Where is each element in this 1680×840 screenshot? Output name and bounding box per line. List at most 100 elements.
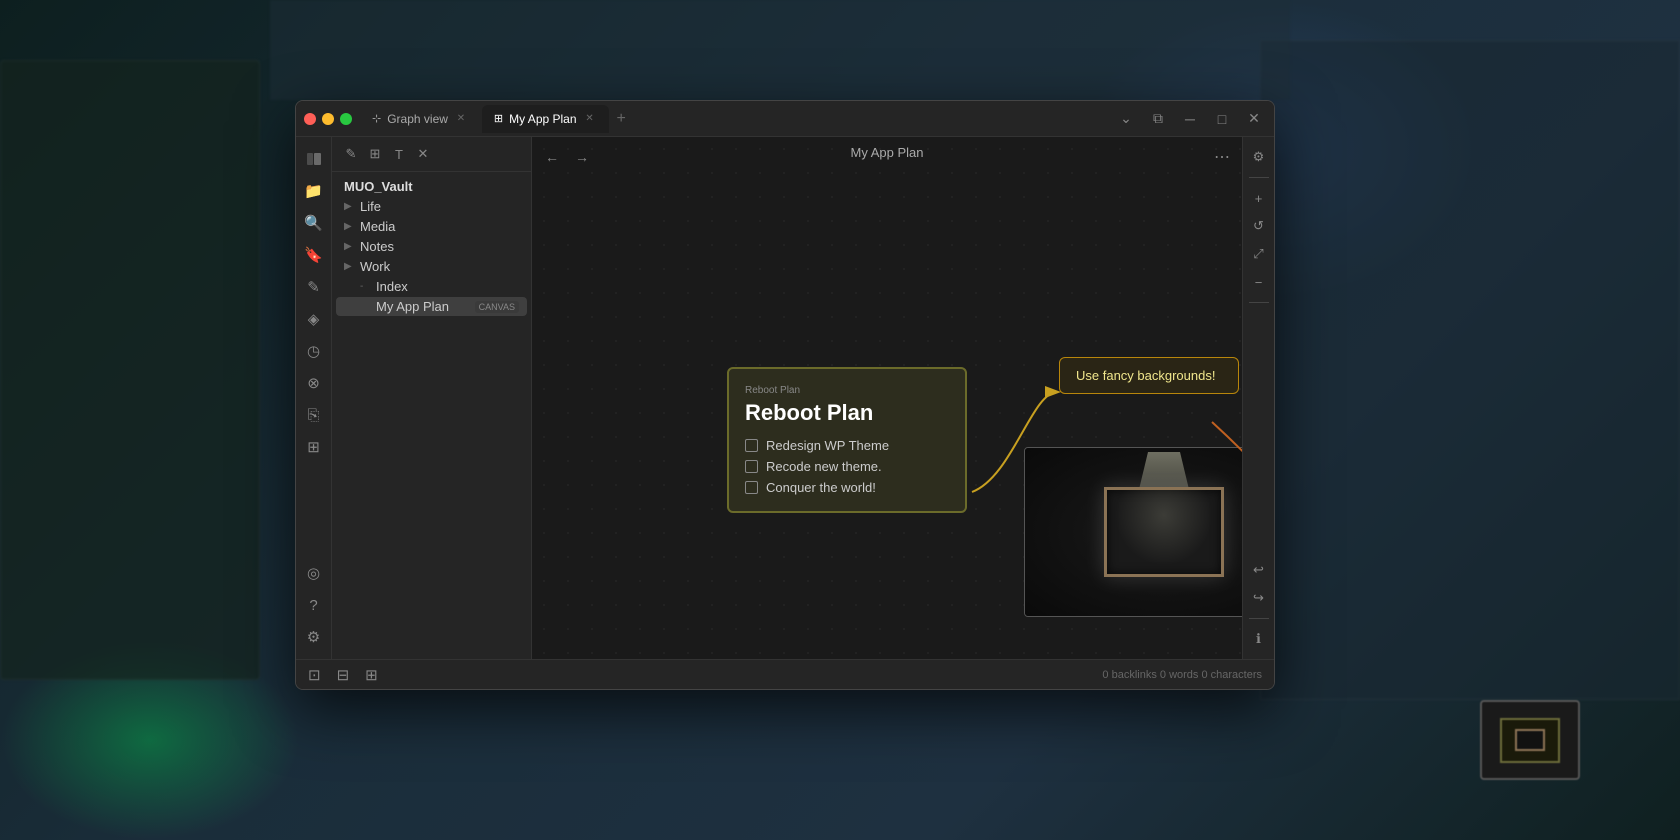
tab-add-button[interactable]: + [611,110,632,128]
rt-divider-2 [1249,302,1269,303]
sidebar-item-life[interactable]: ▶ Life [336,197,527,216]
back-button[interactable]: ← [540,145,564,169]
checkbox-3[interactable] [745,481,758,494]
icon-rail: 📁 🔍 🔖 ✎ ◈ ◷ ⊗ ⎘ ⊞ ◎ ? ⚙ [296,137,332,659]
note-label: Reboot Plan [745,385,949,396]
bookmark-icon[interactable]: 🔖 [300,241,328,269]
sidebar-item-media[interactable]: ▶ Media [336,217,527,236]
image-node-artframe[interactable]: art_frame.png [1024,447,1242,617]
file-index-label: Index [376,279,519,294]
right-toolbar: ⚙ + ↺ ⤢ − ↩ ↪ ℹ [1242,137,1274,659]
maximize-button[interactable] [340,113,352,125]
edit-icon[interactable]: ✎ [300,273,328,301]
window-close-icon[interactable]: ✕ [1242,107,1266,131]
close-button[interactable] [304,113,316,125]
bg-thumbnail [1480,700,1580,780]
vault-name: MUO_Vault [344,179,519,194]
canvas-badge: CANVAS [475,301,519,313]
minimize-button[interactable] [322,113,334,125]
bottom-icon-1[interactable]: ⊡ [308,666,321,684]
restore-icon[interactable]: □ [1210,107,1234,131]
tab-canvas-close[interactable]: ✕ [583,112,597,126]
canvas-settings-icon[interactable]: ⚙ [1247,145,1271,169]
file-sidebar: ✎ ⊞ T ✕ MUO_Vault ▶ Life ▶ Media [332,137,532,659]
checkbox-2[interactable] [745,460,758,473]
title-bar-controls: ⌄ ⧉ ─ □ ✕ [1114,107,1266,131]
split-view-icon[interactable]: ⧉ [1146,107,1170,131]
bottom-icon-3[interactable]: ⊞ [365,666,378,684]
sort-icon[interactable]: T [388,143,410,165]
check-label-2: Recode new theme. [766,459,882,474]
tab-canvas[interactable]: ⊞ My App Plan ✕ [482,105,609,133]
chevron-right-icon: ▶ [344,221,356,232]
folder-life-label: Life [360,199,519,214]
reboot-plan-node[interactable]: Reboot Plan Reboot Plan Redesign WP Them… [727,367,967,513]
chevron-right-icon: ▶ [344,241,356,252]
check-item-3[interactable]: Conquer the world! [745,480,949,495]
main-window: ⊹ Graph view ✕ ⊞ My App Plan ✕ + ⌄ ⧉ ─ □… [295,100,1275,690]
command-icon[interactable]: ⊞ [300,433,328,461]
dash-icon: - [360,281,372,292]
checkbox-1[interactable] [745,439,758,452]
bottom-icon-2[interactable]: ⊟ [337,666,350,684]
record-icon[interactable]: ◎ [300,559,328,587]
rt-divider-1 [1249,177,1269,178]
bg-window-top [270,0,1290,100]
tab-graph-view[interactable]: ⊹ Graph view ✕ [360,105,480,133]
calendar-icon[interactable]: ◷ [300,337,328,365]
new-folder-icon[interactable]: ⊞ [364,143,386,165]
folder-icon[interactable]: 📁 [300,177,328,205]
sidebar-item-myappplan[interactable]: My App Plan CANVAS [336,297,527,316]
folder-media-label: Media [360,219,519,234]
traffic-lights [304,113,352,125]
canvas-more-button[interactable]: ⋯ [1210,145,1234,169]
bottom-stats: 0 backlinks 0 words 0 characters [1102,669,1262,681]
rt-divider-3 [1249,618,1269,619]
template-icon[interactable]: ⎘ [300,401,328,429]
vault-root[interactable]: MUO_Vault [336,177,527,196]
refresh-icon[interactable]: ↺ [1247,214,1271,238]
zoom-in-icon[interactable]: + [1247,186,1271,210]
new-note-icon[interactable]: ✎ [340,143,362,165]
title-bar: ⊹ Graph view ✕ ⊞ My App Plan ✕ + ⌄ ⧉ ─ □… [296,101,1274,137]
sidebar-item-notes[interactable]: ▶ Notes [336,237,527,256]
text-node-fancy[interactable]: Use fancy backgrounds! [1059,357,1239,394]
chevron-right-icon: ▶ [344,261,356,272]
sidebar-item-index[interactable]: - Index [336,277,527,296]
graph-icon: ⊹ [372,112,381,125]
undo-icon[interactable]: ↩ [1247,558,1271,582]
sidebar-toolbar: ✎ ⊞ T ✕ [332,137,531,172]
window-body: 📁 🔍 🔖 ✎ ◈ ◷ ⊗ ⎘ ⊞ ◎ ? ⚙ ✎ ⊞ T ✕ [296,137,1274,659]
fit-view-icon[interactable]: ⤢ [1247,242,1271,266]
tab-graph-close[interactable]: ✕ [454,112,468,126]
check-label-1: Redesign WP Theme [766,438,889,453]
graph-view-icon[interactable]: ◈ [300,305,328,333]
bg-window-right [1260,40,1680,700]
sidebar-toggle-icon[interactable] [300,145,328,173]
text-node-content: Use fancy backgrounds! [1076,368,1215,383]
forward-button[interactable]: → [570,145,594,169]
sidebar-item-work[interactable]: ▶ Work [336,257,527,276]
zoom-out-icon[interactable]: − [1247,270,1271,294]
minimize-icon[interactable]: ─ [1178,107,1202,131]
check-item-1[interactable]: Redesign WP Theme [745,438,949,453]
collapse-icon[interactable]: ✕ [412,143,434,165]
canvas-area[interactable]: ← → My App Plan ⋯ [532,137,1242,659]
folder-work-label: Work [360,259,519,274]
chevron-down-icon[interactable]: ⌄ [1114,107,1138,131]
help-icon[interactable]: ? [300,591,328,619]
file-myappplan-label: My App Plan [376,299,471,314]
tab-graph-label: Graph view [387,112,448,126]
canvas-nav: ← → [540,145,594,169]
file-tree: MUO_Vault ▶ Life ▶ Media ▶ Notes [332,172,531,659]
check-item-2[interactable]: Recode new theme. [745,459,949,474]
settings-rail-icon[interactable]: ⚙ [300,623,328,651]
tabs-area: ⊹ Graph view ✕ ⊞ My App Plan ✕ + [360,105,1114,133]
art-frame-inner [1104,487,1224,577]
redo-icon[interactable]: ↪ [1247,586,1271,610]
info-icon[interactable]: ℹ [1247,627,1271,651]
chevron-right-icon: ▶ [344,201,356,212]
tags-icon[interactable]: ⊗ [300,369,328,397]
search-icon[interactable]: 🔍 [300,209,328,237]
check-label-3: Conquer the world! [766,480,876,495]
